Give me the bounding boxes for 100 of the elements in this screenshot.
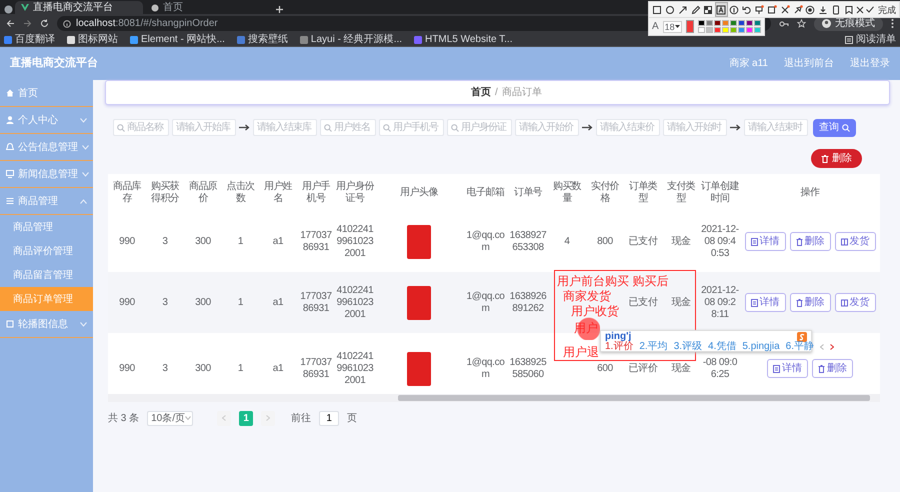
trash-icon xyxy=(796,238,802,246)
color-swatch[interactable] xyxy=(722,20,729,26)
filter-field[interactable]: 请输入开始价 xyxy=(515,119,579,136)
globe-icon xyxy=(151,4,159,12)
menu-icon[interactable] xyxy=(891,19,894,28)
capture-tool-button[interactable] xyxy=(780,3,790,16)
annotation-text: 商家发货 xyxy=(563,289,611,303)
capture-tool-button[interactable] xyxy=(830,3,842,16)
row-action-button[interactable]: 详情 xyxy=(744,232,786,251)
color-swatch[interactable] xyxy=(746,27,753,33)
page-size-select[interactable]: 10条/页 xyxy=(147,410,194,426)
color-swatch[interactable] xyxy=(754,20,761,26)
table-cell: 已评价 xyxy=(628,362,658,374)
color-swatch[interactable] xyxy=(698,20,705,26)
filter-field[interactable]: 用户身份证 xyxy=(447,119,512,136)
star-icon[interactable] xyxy=(797,19,806,28)
ime-candidate[interactable]: 2.平均 xyxy=(639,342,668,352)
box-icon xyxy=(840,298,848,306)
table-cell: 600 xyxy=(597,362,613,374)
filter-field[interactable]: 请输入结束库 xyxy=(253,119,317,136)
capture-tool-button[interactable] xyxy=(805,3,816,16)
capture-tool-button[interactable] xyxy=(652,3,663,16)
bookmark-link[interactable]: 搜索壁纸 xyxy=(236,34,288,46)
table-cell-text: 1@qq.com xyxy=(465,356,506,380)
row-action-button[interactable]: 删除 xyxy=(812,359,853,378)
key-icon[interactable] xyxy=(779,20,789,28)
annotation-text: 用户前台购买 购买后 xyxy=(557,274,668,288)
table-cell: 1638926891262 xyxy=(509,290,547,314)
back-icon[interactable] xyxy=(6,19,15,28)
color-swatch[interactable] xyxy=(746,20,753,26)
globe-icon xyxy=(4,5,13,14)
capture-tool-button[interactable] xyxy=(792,3,803,16)
page-button[interactable]: 1 xyxy=(239,410,254,426)
capture-tool-button[interactable] xyxy=(716,3,726,16)
row-action-button[interactable]: 删除 xyxy=(790,293,830,312)
delete-button[interactable]: 删除 xyxy=(811,149,862,168)
filter-field[interactable]: 请输入结束价 xyxy=(596,119,660,136)
color-swatch[interactable] xyxy=(738,27,745,33)
color-swatch[interactable] xyxy=(714,20,721,26)
reload-icon[interactable] xyxy=(40,19,49,28)
font-size-select[interactable]: 18 xyxy=(662,20,682,32)
table-cell: 410224199610232001 xyxy=(336,350,374,386)
forward-icon[interactable] xyxy=(23,19,32,28)
capture-tool-button[interactable] xyxy=(703,3,714,16)
row-action-button[interactable]: 发货 xyxy=(834,293,876,312)
color-swatch[interactable] xyxy=(706,20,713,26)
row-action-button[interactable]: 详情 xyxy=(767,359,808,378)
page-number-field[interactable]: 1 xyxy=(319,410,340,426)
bookmark-link[interactable]: Layui - 经典开源模... xyxy=(300,34,402,46)
color-swatch[interactable] xyxy=(706,27,713,33)
color-swatch[interactable] xyxy=(754,27,761,33)
ime-candidate[interactable]: 6.平静 xyxy=(786,342,814,352)
photo-placeholder xyxy=(407,352,431,386)
filter-field[interactable]: 请输入开始时 xyxy=(663,119,727,136)
capture-tool-button[interactable] xyxy=(664,3,676,16)
filter-field[interactable]: 商品名称 xyxy=(113,119,169,136)
filter-field[interactable]: 请输入开始库 xyxy=(172,119,236,136)
table-cell: 现金 xyxy=(671,236,691,248)
row-action-button[interactable]: 详情 xyxy=(744,293,786,312)
bookmark-link[interactable]: 百度翻译 xyxy=(4,34,55,46)
ime-candidate[interactable]: 3.评级 xyxy=(674,342,702,352)
capture-tool-button[interactable] xyxy=(766,3,778,16)
capture-tool-button[interactable] xyxy=(690,3,701,16)
capture-tool-button[interactable] xyxy=(754,3,765,16)
breadcrumb-item[interactable]: 首页 xyxy=(471,85,491,100)
close-icon[interactable] xyxy=(856,6,864,14)
table-cell: 990 xyxy=(119,236,135,248)
current-color-swatch[interactable] xyxy=(686,20,694,33)
color-swatch[interactable] xyxy=(730,20,737,26)
plus-icon[interactable] xyxy=(275,5,284,14)
filter-field[interactable]: 用户姓名 xyxy=(320,119,376,136)
done-button[interactable]: 完成 xyxy=(866,4,896,14)
color-swatch[interactable] xyxy=(714,27,721,33)
ime-candidate[interactable]: 1.评价 xyxy=(605,342,634,352)
ime-candidate[interactable]: 5.pingjia xyxy=(742,342,780,352)
color-swatch[interactable] xyxy=(698,27,705,33)
bookmark-link[interactable]: HTML5 Website T... xyxy=(414,34,512,46)
reading-list-link[interactable]: 阅读清单 xyxy=(845,34,896,46)
photo-placeholder xyxy=(407,286,431,320)
color-swatch[interactable] xyxy=(738,20,745,26)
horizontal-scrollbar[interactable] xyxy=(108,394,880,402)
capture-tool-button[interactable] xyxy=(843,3,854,16)
color-swatch[interactable] xyxy=(722,27,729,33)
search-button[interactable]: 查询 xyxy=(813,118,856,136)
row-action-button[interactable]: 删除 xyxy=(790,232,830,251)
browser-tab[interactable]: 直播电商交流平台 xyxy=(15,1,143,14)
caret-icon xyxy=(185,416,192,420)
bookmark-link[interactable]: 图标网站 xyxy=(67,34,118,46)
chevron-icon xyxy=(80,198,87,204)
filter-field[interactable]: 请输入结束时 xyxy=(744,119,808,136)
browser-tab[interactable]: 首页 xyxy=(145,1,273,14)
table-cell-text: 17703786931 xyxy=(299,230,333,254)
ime-candidate[interactable]: 4.凭借 xyxy=(708,342,736,352)
column-header: 用户姓名 xyxy=(262,180,294,204)
capture-tool-button[interactable] xyxy=(728,3,740,16)
bookmark-link[interactable]: Element - 网站快... xyxy=(130,34,225,46)
chevron-right-icon[interactable] xyxy=(830,344,834,350)
color-swatch[interactable] xyxy=(730,27,737,33)
filter-field[interactable]: 用户手机号 xyxy=(379,119,444,136)
row-action-button[interactable]: 发货 xyxy=(834,232,876,251)
